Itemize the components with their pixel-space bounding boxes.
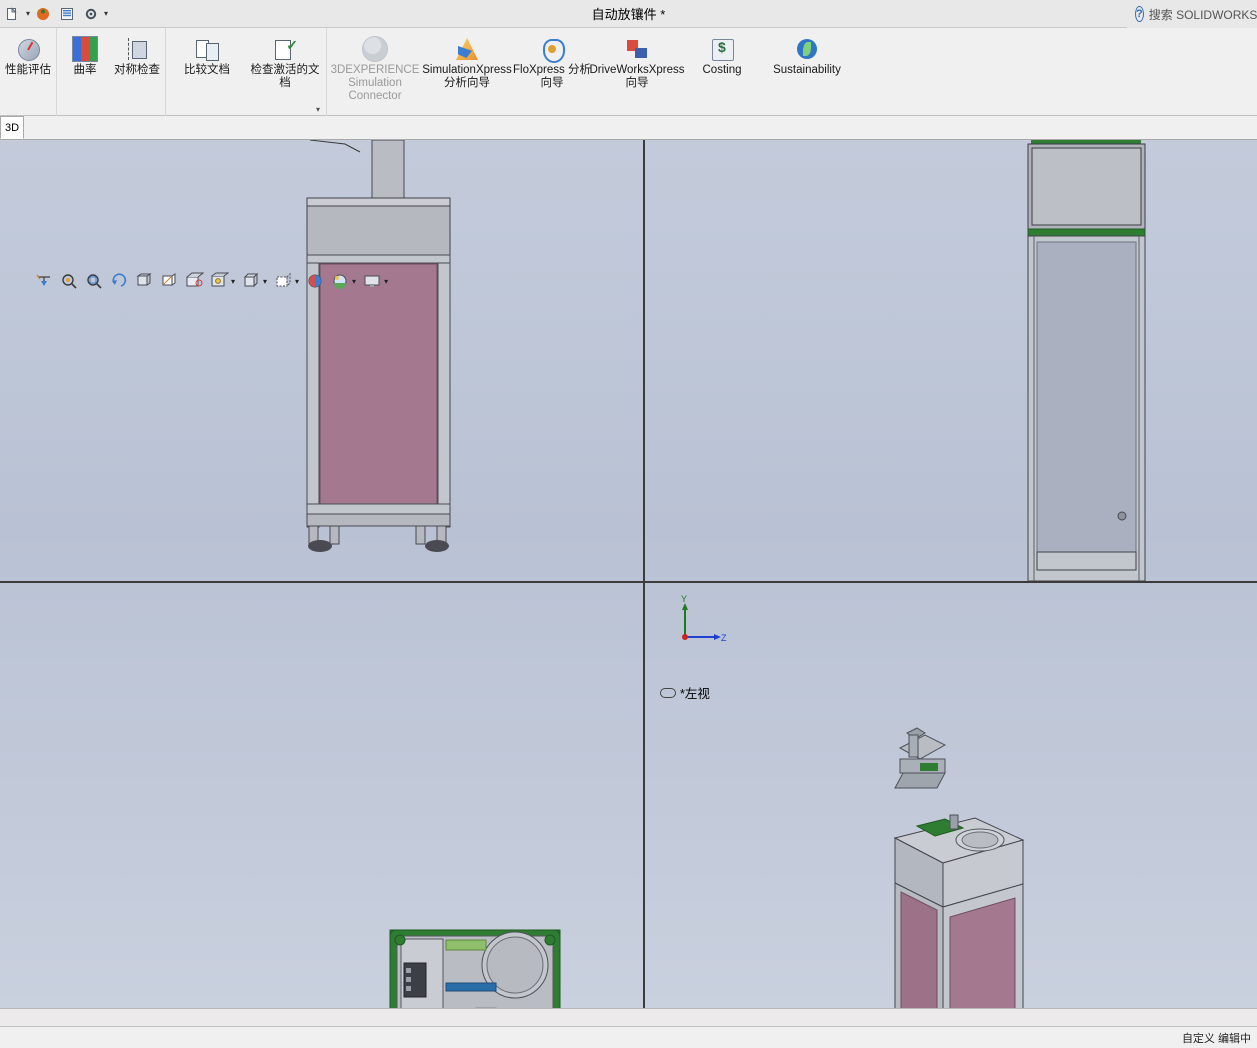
hidden-lines-caret-icon[interactable]: ▾ xyxy=(295,277,299,286)
ribbon-item-label: 曲率 xyxy=(74,64,97,77)
ribbon-item-costing[interactable]: Costing xyxy=(683,32,761,77)
floxpress-icon xyxy=(539,36,565,62)
check-active-document-icon xyxy=(272,36,298,62)
edit-appearance-icon[interactable] xyxy=(304,270,326,292)
viewport-horizontal-splitter[interactable] xyxy=(0,581,1257,583)
simulationxpress-icon xyxy=(454,36,480,62)
ribbon-item-performance-evaluation[interactable]: 性能评估 xyxy=(2,32,54,77)
hide-show-items-icon[interactable] xyxy=(183,270,205,292)
viewport-vertical-splitter[interactable] xyxy=(643,140,645,1008)
display-style-icon[interactable] xyxy=(158,270,180,292)
viewport-bottom-right-model xyxy=(645,583,1257,1008)
apply-scene-icon[interactable] xyxy=(329,270,351,292)
command-manager-tabstrip: 3D xyxy=(0,116,1257,140)
ribbon-item-label: FloXpress 分析向导 xyxy=(513,64,591,90)
costing-icon xyxy=(709,36,735,62)
zoom-to-area-icon[interactable] xyxy=(83,270,105,292)
title-bar-quick-access: ▾ ▾ xyxy=(0,3,108,25)
evaluate-ribbon: 性能评估 曲率 对称检查 比较文档 检查激活的文档 ▾ 3DEXPERIENCE… xyxy=(0,28,1257,116)
ribbon-item-label: 性能评估 xyxy=(5,64,51,77)
viewport-top-left-model xyxy=(0,140,643,581)
3dexperience-simulation-connector-icon xyxy=(362,36,388,62)
print-icon[interactable] xyxy=(56,3,78,25)
options-caret-icon[interactable]: ▾ xyxy=(104,10,108,18)
ribbon-item-check-active-document[interactable]: 检查激活的文档 xyxy=(246,32,324,90)
view-settings-caret-icon[interactable]: ▾ xyxy=(231,277,235,286)
ribbon-item-driveworksxpress[interactable]: DriveWorksXpress 向导 xyxy=(591,32,683,90)
view-setting-display-icon[interactable] xyxy=(361,270,383,292)
file-new-icon[interactable] xyxy=(2,3,24,25)
ribbon-item-label: 比较文档 xyxy=(184,64,230,77)
ribbon-item-curvature[interactable]: 曲率 xyxy=(59,32,111,77)
ribbon-item-symmetry-check[interactable]: 对称检查 xyxy=(111,32,163,77)
apply-scene-caret-icon[interactable]: ▾ xyxy=(352,277,356,286)
options-gear-icon[interactable] xyxy=(80,3,102,25)
ribbon-group-xpress-tools: 3DEXPERIENCE Simulation Connector Simula… xyxy=(327,28,855,116)
ribbon-item-simulationxpress[interactable]: SimulationXpress 分析向导 xyxy=(421,32,513,90)
save-icon[interactable] xyxy=(32,3,54,25)
performance-evaluation-icon xyxy=(15,36,41,62)
file-new-caret-icon[interactable]: ▾ xyxy=(26,10,30,18)
ribbon-item-label: SimulationXpress 分析向导 xyxy=(421,64,513,90)
ribbon-item-label: DriveWorksXpress 向导 xyxy=(590,64,685,90)
document-title: 自动放镶件 * xyxy=(0,4,1257,23)
section-box-caret-icon[interactable]: ▾ xyxy=(263,277,267,286)
ribbon-item-label: 对称检查 xyxy=(114,64,160,77)
status-bar: 自定义 编辑中 xyxy=(0,1026,1257,1048)
compare-documents-icon xyxy=(194,36,220,62)
ribbon-item-label: Sustainability xyxy=(773,64,841,77)
ribbon-item-floxpress[interactable]: FloXpress 分析向导 xyxy=(513,32,591,90)
bottom-strip xyxy=(0,1008,1257,1026)
search-icon: ? xyxy=(1135,6,1144,22)
previous-view-icon[interactable] xyxy=(108,270,130,292)
curvature-icon xyxy=(72,36,98,62)
hidden-lines-icon[interactable] xyxy=(272,270,294,292)
viewport-bottom-left-model xyxy=(0,583,643,1008)
ribbon-group-curvature: 曲率 对称检查 xyxy=(57,28,166,116)
driveworksxpress-icon xyxy=(624,36,650,62)
ribbon-item-label: 3DEXPERIENCE Simulation Connector xyxy=(329,64,421,103)
search-placeholder: 搜索 SOLIDWORKS xyxy=(1149,6,1257,23)
zoom-to-fit-icon[interactable] xyxy=(58,270,80,292)
section-view-icon[interactable] xyxy=(33,270,55,292)
graphics-area[interactable]: Y Z *左视 xyxy=(0,140,1257,1008)
view-settings-icon[interactable] xyxy=(208,270,230,292)
ribbon-group-performance: 性能评估 xyxy=(0,28,57,116)
ribbon-item-compare-documents[interactable]: 比较文档 xyxy=(168,32,246,77)
ribbon-group-overflow-caret-icon[interactable]: ▾ xyxy=(316,105,320,114)
ribbon-item-label: 检查激活的文档 xyxy=(246,64,324,90)
ribbon-item-sustainability[interactable]: Sustainability xyxy=(761,32,853,77)
ribbon-group-documents: 比较文档 检查激活的文档 ▾ xyxy=(166,28,327,116)
section-box-icon[interactable] xyxy=(240,270,262,292)
view-setting-display-caret-icon[interactable]: ▾ xyxy=(384,277,388,286)
heads-up-view-toolbar: ▾ ▾ ▾ ▾ ▾ xyxy=(33,268,390,294)
symmetry-check-icon xyxy=(124,36,150,62)
title-bar: ▾ ▾ 自动放镶件 * ? 搜索 SOLIDWORKS xyxy=(0,0,1257,28)
ribbon-item-3dexperience-simulation-connector: 3DEXPERIENCE Simulation Connector xyxy=(329,32,421,103)
view-orientation-icon[interactable] xyxy=(133,270,155,292)
sustainability-icon xyxy=(794,36,820,62)
status-bar-right-text: 自定义 编辑中 xyxy=(1182,1030,1251,1046)
ribbon-item-label: Costing xyxy=(703,64,742,77)
viewport-top-right-model xyxy=(645,140,1257,581)
search-box[interactable]: ? 搜索 SOLIDWORKS xyxy=(1127,0,1257,28)
tab-3d[interactable]: 3D xyxy=(0,116,24,139)
